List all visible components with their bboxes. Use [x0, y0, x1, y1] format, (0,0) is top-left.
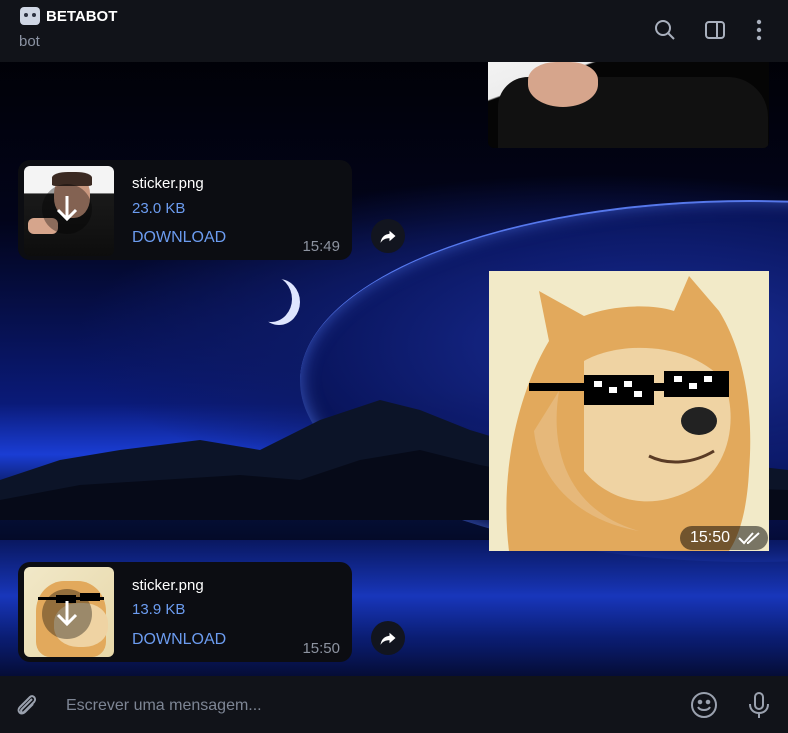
file-name: sticker.png: [132, 577, 204, 594]
forward-button[interactable]: [371, 621, 405, 655]
wallpaper-moon: [250, 276, 292, 322]
microphone-icon[interactable]: [744, 690, 774, 720]
forward-button[interactable]: [371, 219, 405, 253]
file-name: sticker.png: [132, 175, 204, 192]
file-size: 23.0 KB: [132, 200, 186, 217]
paperclip-icon[interactable]: [12, 690, 42, 720]
file-thumbnail[interactable]: [24, 567, 114, 657]
search-icon[interactable]: [653, 18, 677, 42]
download-link[interactable]: DOWNLOAD: [132, 631, 226, 649]
download-arrow-icon: [56, 196, 78, 222]
emoji-icon[interactable]: [689, 690, 719, 720]
download-arrow-icon: [56, 601, 78, 627]
photo-time: 15:50: [690, 529, 731, 546]
photo-message[interactable]: [489, 271, 769, 551]
photo-time-badge: 15:50: [680, 526, 768, 550]
doge-image: [489, 271, 769, 551]
file-message: sticker.png 23.0 KB DOWNLOAD 15:49: [18, 160, 352, 260]
more-vertical-icon[interactable]: [747, 18, 771, 42]
sidebar-toggle-icon[interactable]: [703, 18, 727, 42]
message-input[interactable]: [64, 694, 668, 718]
forward-icon: [380, 632, 396, 645]
chat-subtitle: bot: [19, 33, 40, 50]
download-overlay[interactable]: [42, 589, 92, 639]
robot-icon: [20, 7, 40, 25]
double-check-icon: [738, 532, 760, 545]
download-overlay[interactable]: [42, 184, 92, 234]
download-link[interactable]: DOWNLOAD: [132, 229, 226, 247]
photo-message-partial[interactable]: [488, 62, 769, 148]
forward-icon: [380, 230, 396, 243]
chat-title[interactable]: BETABOT: [20, 7, 117, 25]
chat-title-text: BETABOT: [46, 7, 118, 25]
message-time: 15:50: [302, 640, 340, 657]
message-time: 15:49: [302, 238, 340, 255]
file-size: 13.9 KB: [132, 601, 186, 618]
message-composer: [0, 676, 788, 733]
file-message: sticker.png 13.9 KB DOWNLOAD 15:50: [18, 562, 352, 662]
photo-person-hand: [528, 62, 598, 107]
file-thumbnail[interactable]: [24, 166, 114, 256]
chat-header: BETABOT bot: [0, 0, 788, 62]
